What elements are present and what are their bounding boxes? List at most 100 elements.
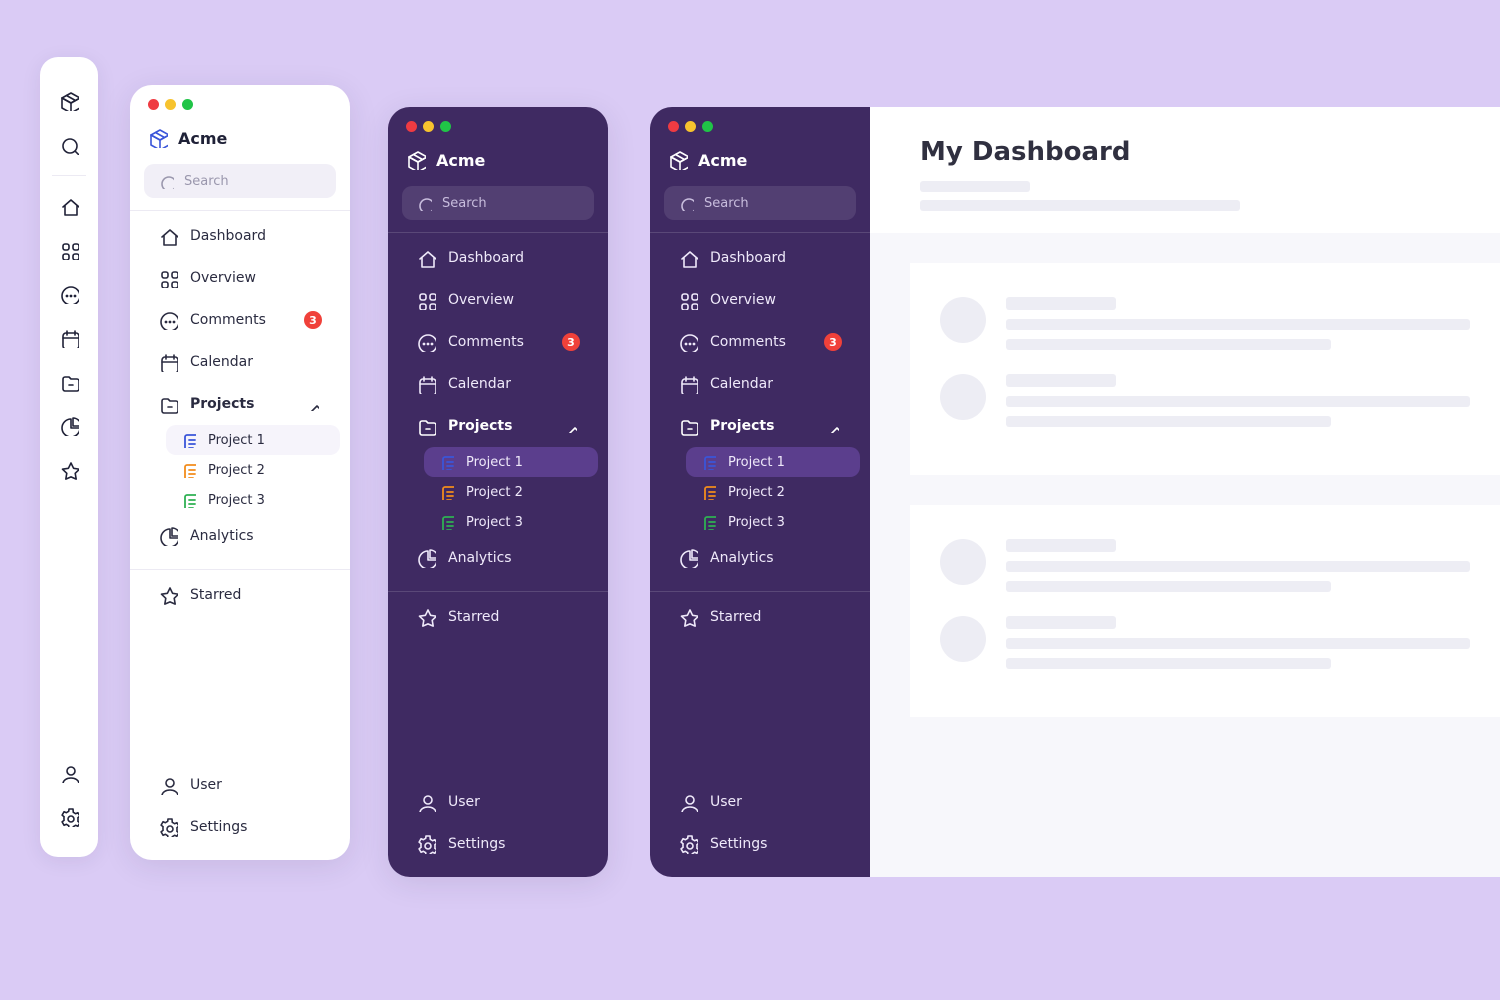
close-icon[interactable] — [668, 121, 679, 132]
nav-comments[interactable]: Comments 3 — [140, 301, 340, 339]
nav-projects[interactable]: Projects — [660, 407, 860, 445]
nav-dashboard[interactable]: Dashboard — [140, 217, 340, 255]
nav-starred[interactable]: Starred — [398, 598, 598, 636]
search-input[interactable]: Search — [144, 164, 336, 198]
document-icon — [436, 514, 456, 530]
nav-project-2[interactable]: Project 2 — [686, 477, 860, 507]
maximize-icon[interactable] — [440, 121, 451, 132]
nav-comments[interactable]: Comments 3 — [398, 323, 598, 361]
nav-label: Starred — [710, 609, 842, 625]
nav-user[interactable]: User — [398, 783, 598, 821]
search-input[interactable]: Search — [402, 186, 594, 220]
overview-icon — [158, 268, 178, 288]
nav-label: Overview — [448, 292, 580, 308]
window-controls — [388, 107, 608, 138]
minimize-icon[interactable] — [165, 99, 176, 110]
nav-project-3[interactable]: Project 3 — [686, 507, 860, 537]
nav-dashboard[interactable]: Dashboard — [398, 239, 598, 277]
nav-label: Projects — [190, 396, 290, 412]
maximize-icon[interactable] — [702, 121, 713, 132]
sidebar-dark-attached: Acme Search Dashboard Overview Comments … — [650, 107, 870, 877]
home-icon[interactable] — [59, 196, 79, 216]
chevron-up-icon — [302, 397, 322, 411]
nav-settings[interactable]: Settings — [398, 825, 598, 863]
nav-overview[interactable]: Overview — [140, 259, 340, 297]
analytics-icon[interactable] — [59, 416, 79, 436]
sidebar-collapsed — [40, 57, 98, 857]
comments-icon[interactable] — [59, 284, 79, 304]
nav-calendar[interactable]: Calendar — [398, 365, 598, 403]
comments-badge: 3 — [304, 311, 322, 329]
nav-project-1[interactable]: Project 1 — [686, 447, 860, 477]
nav-dashboard[interactable]: Dashboard — [660, 239, 860, 277]
close-icon[interactable] — [148, 99, 159, 110]
nav-project-1[interactable]: Project 1 — [424, 447, 598, 477]
nav-overview[interactable]: Overview — [398, 281, 598, 319]
nav-projects[interactable]: Projects — [140, 385, 340, 423]
nav-settings[interactable]: Settings — [660, 825, 860, 863]
minimize-icon[interactable] — [685, 121, 696, 132]
nav-project-1[interactable]: Project 1 — [166, 425, 340, 455]
nav-projects[interactable]: Projects — [398, 407, 598, 445]
maximize-icon[interactable] — [182, 99, 193, 110]
nav-label: Comments — [710, 334, 812, 350]
nav-project-3[interactable]: Project 3 — [424, 507, 598, 537]
divider — [52, 175, 86, 176]
list-item — [940, 616, 1470, 669]
calendar-icon[interactable] — [59, 328, 79, 348]
document-icon — [178, 432, 198, 448]
list-item — [940, 297, 1470, 350]
nav-label: Settings — [190, 819, 322, 835]
avatar — [940, 616, 986, 662]
nav-calendar[interactable]: Calendar — [140, 343, 340, 381]
user-icon[interactable] — [59, 763, 79, 783]
close-icon[interactable] — [406, 121, 417, 132]
logo-icon[interactable] — [59, 91, 79, 111]
nav-analytics[interactable]: Analytics — [660, 539, 860, 577]
project-label: Project 2 — [208, 463, 265, 478]
projects-icon[interactable] — [59, 372, 79, 392]
nav-analytics[interactable]: Analytics — [398, 539, 598, 577]
settings-icon — [416, 834, 436, 854]
search-icon[interactable] — [59, 135, 79, 155]
nav-analytics[interactable]: Analytics — [140, 517, 340, 555]
nav-label: Settings — [710, 836, 842, 852]
nav-label: Dashboard — [710, 250, 842, 266]
overview-icon — [678, 290, 698, 310]
nav-starred[interactable]: Starred — [140, 576, 340, 614]
analytics-icon — [416, 548, 436, 568]
list-item — [940, 539, 1470, 592]
nav-starred[interactable]: Starred — [660, 598, 860, 636]
list-item — [940, 374, 1470, 427]
nav-calendar[interactable]: Calendar — [660, 365, 860, 403]
minimize-icon[interactable] — [423, 121, 434, 132]
comments-icon — [678, 332, 698, 352]
divider — [650, 591, 870, 592]
divider — [388, 232, 608, 233]
divider — [388, 591, 608, 592]
user-icon — [678, 792, 698, 812]
nav-label: Comments — [448, 334, 550, 350]
overview-icon[interactable] — [59, 240, 79, 260]
nav-settings[interactable]: Settings — [140, 808, 340, 846]
document-icon — [698, 484, 718, 500]
nav-overview[interactable]: Overview — [660, 281, 860, 319]
placeholder-line — [920, 181, 1030, 192]
content-card — [910, 263, 1500, 475]
nav-project-3[interactable]: Project 3 — [166, 485, 340, 515]
nav-user[interactable]: User — [140, 766, 340, 804]
nav-project-2[interactable]: Project 2 — [424, 477, 598, 507]
search-placeholder: Search — [184, 174, 229, 189]
nav-project-2[interactable]: Project 2 — [166, 455, 340, 485]
document-icon — [436, 484, 456, 500]
placeholder-line — [920, 200, 1240, 211]
home-icon — [678, 248, 698, 268]
starred-icon[interactable] — [59, 460, 79, 480]
page-title: My Dashboard — [920, 137, 1450, 167]
nav-label: Analytics — [710, 550, 842, 566]
settings-icon[interactable] — [59, 807, 79, 827]
search-input[interactable]: Search — [664, 186, 856, 220]
nav-comments[interactable]: Comments 3 — [660, 323, 860, 361]
nav-user[interactable]: User — [660, 783, 860, 821]
project-label: Project 1 — [208, 433, 265, 448]
